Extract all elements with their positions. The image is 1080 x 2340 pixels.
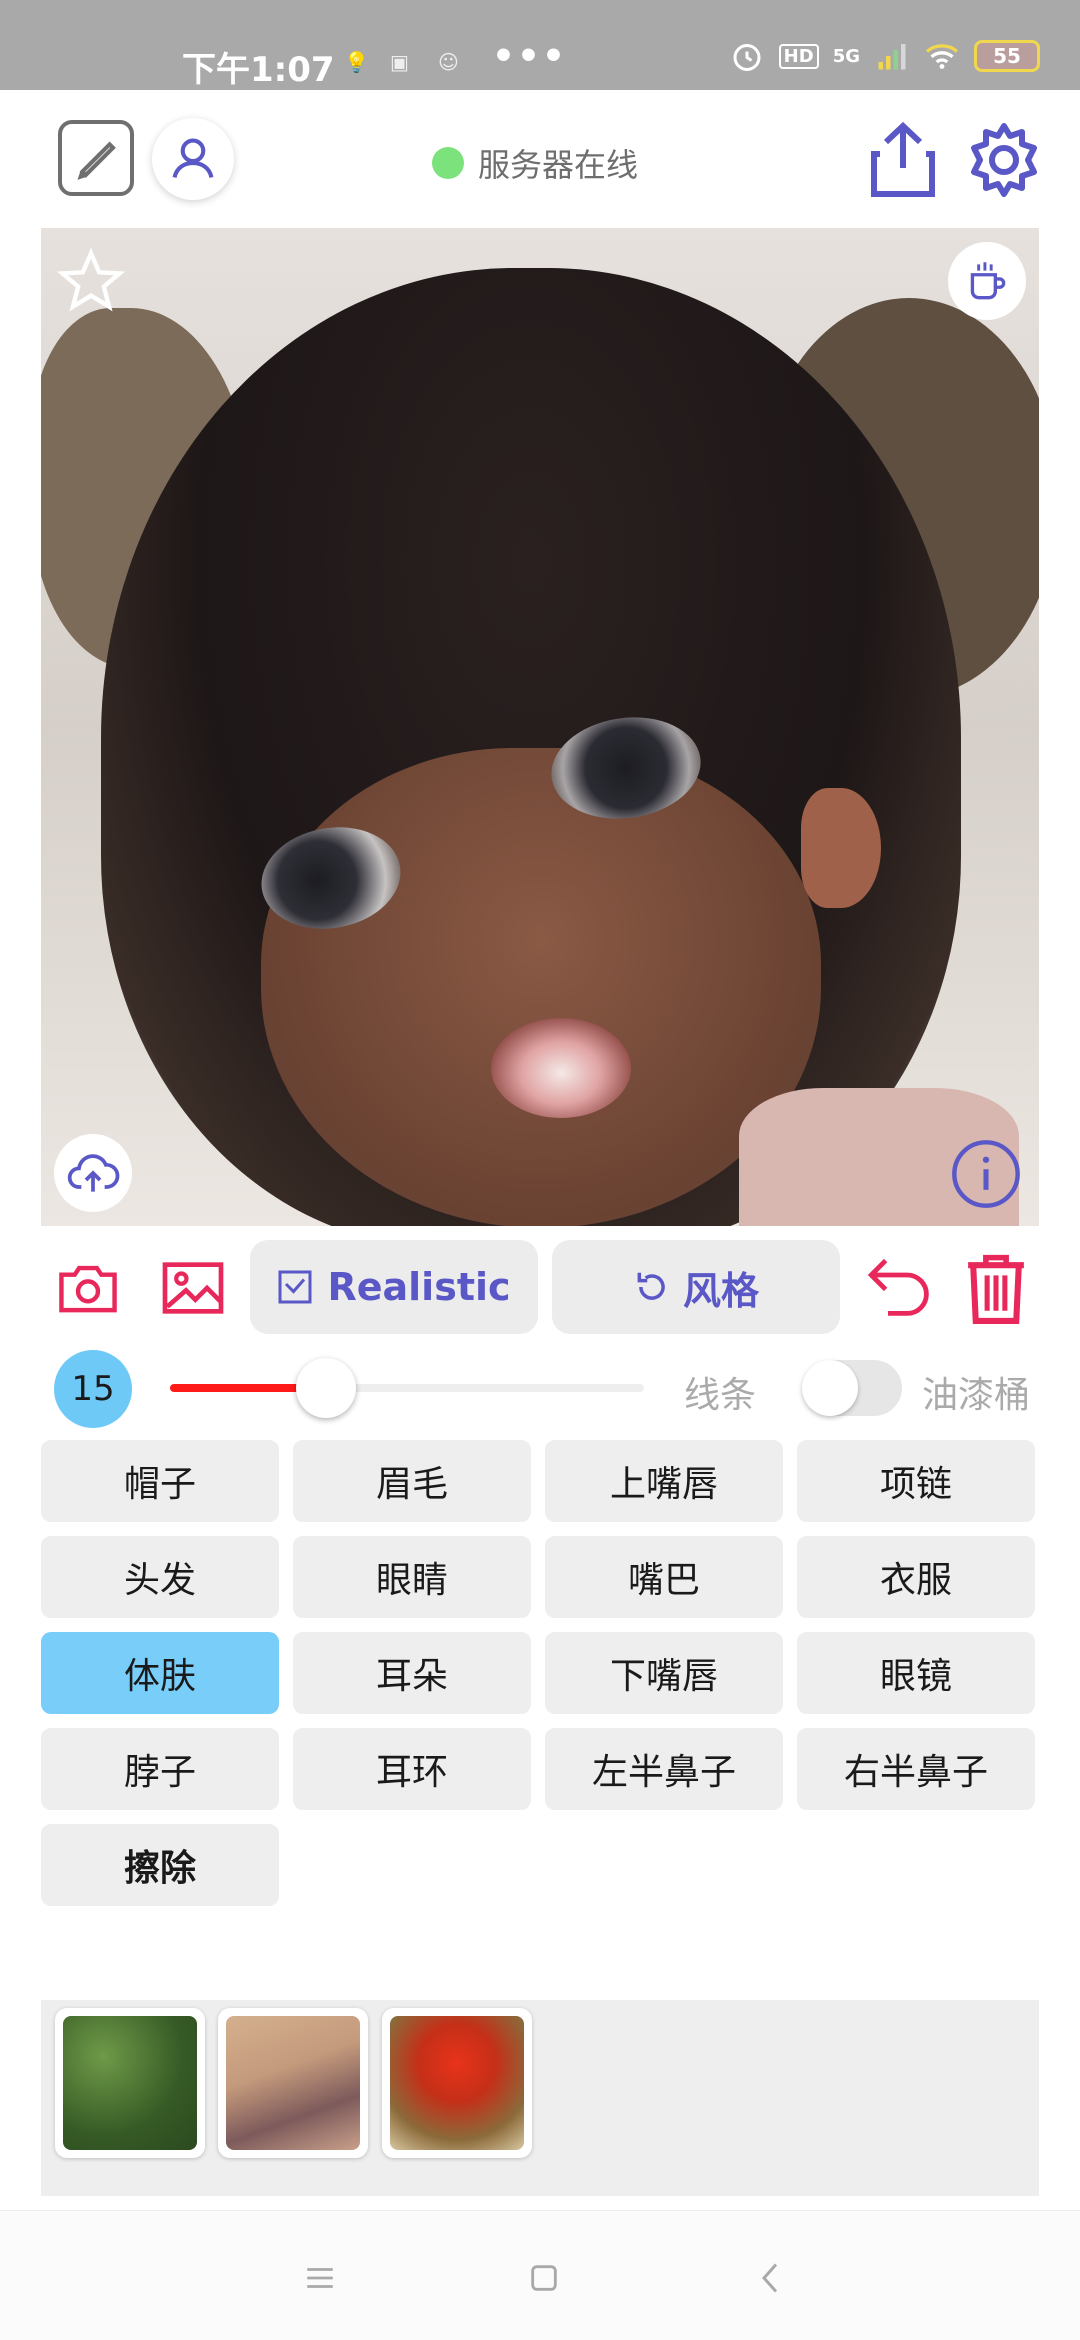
face-part-button[interactable]: 嘴巴 [545, 1536, 783, 1618]
share-icon [871, 121, 935, 197]
paint-bucket-toggle[interactable] [802, 1360, 902, 1416]
face-part-button[interactable]: 帽子 [41, 1440, 279, 1522]
style-thumbnail[interactable] [218, 2008, 368, 2158]
realistic-mode-label: Realistic [327, 1265, 511, 1309]
face-part-button[interactable]: 眉毛 [293, 1440, 531, 1522]
thumbnail-image [226, 2016, 360, 2150]
network-type: 5G [832, 45, 860, 67]
home-square-icon [531, 2265, 557, 2291]
brush-size-slider[interactable] [170, 1358, 644, 1418]
style-thumbnail[interactable] [382, 2008, 532, 2158]
face-part-button[interactable]: 眼镜 [797, 1632, 1035, 1714]
gear-icon [971, 123, 1037, 197]
info-button[interactable] [948, 1136, 1024, 1212]
style-thumbnail[interactable] [55, 2008, 205, 2158]
home-button[interactable] [519, 2258, 569, 2298]
camera-button[interactable] [56, 1256, 120, 1320]
hd-icon: HD [778, 43, 819, 69]
thumbnail-image [390, 2016, 524, 2150]
face-part-button[interactable]: 衣服 [797, 1536, 1035, 1618]
back-button[interactable] [745, 2258, 795, 2298]
server-status-dot [432, 147, 464, 179]
face-part-button[interactable]: 左半鼻子 [545, 1728, 783, 1810]
line-mode-label: 线条 [684, 1375, 757, 1416]
face-part-button[interactable]: 下嘴唇 [545, 1632, 783, 1714]
refresh-icon [637, 1272, 665, 1300]
canvas-ear-region [801, 788, 881, 908]
upload-button[interactable] [54, 1134, 132, 1212]
face-parts-grid: 帽子 眉毛 上嘴唇 项链头发 眼睛 嘴巴 衣服体肤 耳朵 下嘴唇 眼镜脖子 耳环 左半鼻子 右半鼻子擦除 [41, 1440, 1039, 1906]
user-profile-button[interactable] [152, 118, 234, 200]
undo-button[interactable] [864, 1252, 936, 1322]
battery-level: 55 [993, 44, 1021, 68]
signal-icon [878, 44, 906, 70]
user-icon [172, 138, 214, 178]
face-part-button[interactable]: 擦除 [41, 1824, 279, 1906]
alarm-icon [733, 44, 761, 71]
checkbox-checked-icon [278, 1270, 312, 1304]
face-part-button[interactable]: 右半鼻子 [797, 1728, 1035, 1810]
donate-button[interactable] [948, 242, 1026, 320]
menu-lines-icon [307, 2268, 333, 2288]
status-time: 下午1:07 [182, 50, 335, 90]
favorite-button[interactable] [56, 246, 126, 316]
face-part-button[interactable]: 耳朵 [293, 1632, 531, 1714]
coffee-cup-icon [970, 262, 1006, 300]
face-part-button[interactable]: 上嘴唇 [545, 1440, 783, 1522]
drawing-canvas[interactable] [41, 228, 1039, 1226]
brush-size-badge: 15 [54, 1350, 132, 1428]
gallery-button[interactable] [158, 1256, 228, 1320]
brush-size-slider-thumb[interactable] [296, 1358, 357, 1418]
style-label: 风格 [682, 1268, 759, 1313]
notification-face-icon: ☺ [438, 50, 459, 74]
face-part-button[interactable]: 脖子 [41, 1728, 279, 1810]
undo-icon [867, 1258, 929, 1316]
share-button[interactable] [868, 120, 938, 200]
paint-bucket-toggle-knob [802, 1360, 858, 1416]
trash-icon [968, 1254, 1024, 1324]
realistic-mode-button[interactable]: Realistic [250, 1240, 538, 1334]
notification-app-icon: ▣ [390, 50, 409, 74]
status-bar: 下午1:07 💡 ▣ ☺ ••• HD 5G 55 [0, 0, 1080, 90]
status-icons: HD 5G 55 [729, 38, 1040, 74]
battery-icon: 55 [974, 40, 1040, 72]
camera-icon [59, 1265, 117, 1313]
thumbnail-image [63, 2016, 197, 2150]
delete-button[interactable] [962, 1250, 1030, 1326]
face-part-button[interactable]: 眼睛 [293, 1536, 531, 1618]
canvas-mouth-region [491, 1018, 631, 1118]
face-part-button[interactable]: 耳环 [293, 1728, 531, 1810]
canvas-face-region [261, 748, 821, 1226]
face-part-button[interactable]: 头发 [41, 1536, 279, 1618]
recents-button[interactable] [295, 2258, 345, 2298]
server-status: 服务器在线 [432, 140, 638, 186]
paint-bucket-label: 油漆桶 [922, 1375, 1031, 1416]
face-part-button[interactable]: 项链 [797, 1440, 1035, 1522]
info-icon [952, 1140, 1020, 1208]
edit-mode-button[interactable] [58, 120, 134, 196]
wifi-icon [925, 44, 959, 69]
more-notifications-icon: ••• [492, 36, 568, 77]
cloud-upload-icon [67, 1154, 120, 1192]
face-part-button[interactable]: 体肤 [41, 1632, 279, 1714]
style-button[interactable]: 风格 [552, 1240, 840, 1334]
star-icon [56, 247, 126, 312]
image-gallery-icon [162, 1262, 224, 1314]
chevron-left-icon [761, 2263, 778, 2293]
settings-button[interactable] [964, 120, 1044, 200]
server-status-label: 服务器在线 [478, 146, 639, 184]
notification-bulb-icon: 💡 [344, 50, 369, 74]
pen-edit-icon [77, 141, 116, 180]
